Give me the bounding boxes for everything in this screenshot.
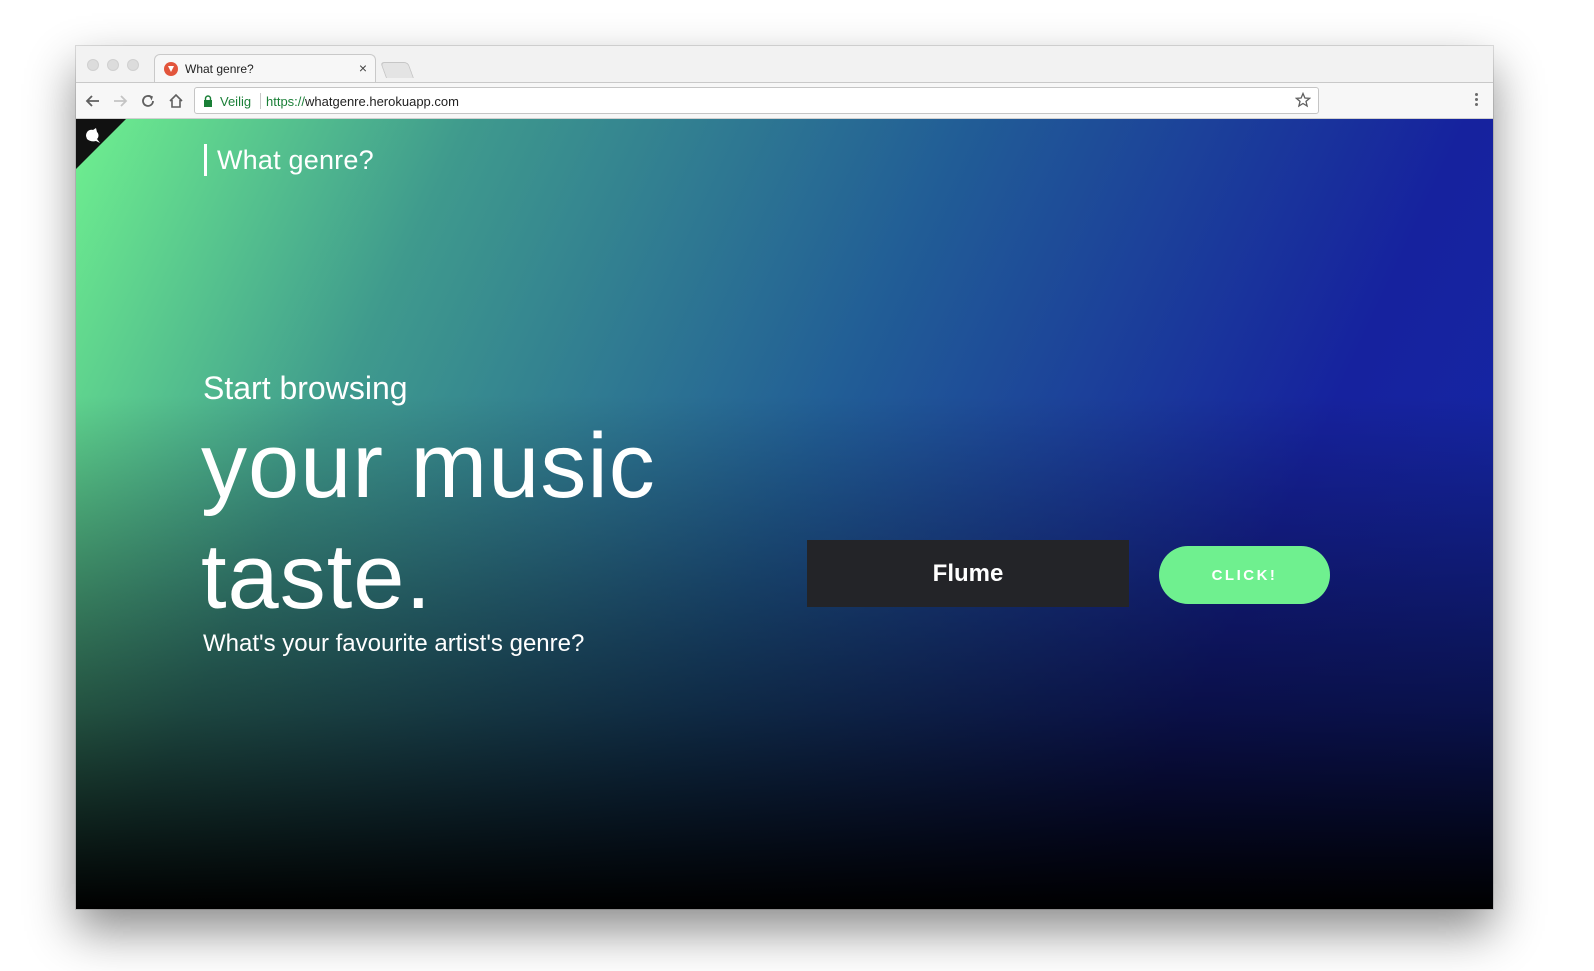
- browser-window: What genre? × Veilig https://whatgenre.h…: [76, 46, 1493, 909]
- window-close-dot[interactable]: [87, 59, 99, 71]
- click-button[interactable]: CLICK!: [1159, 546, 1330, 604]
- window-zoom-dot[interactable]: [127, 59, 139, 71]
- brand-logo[interactable]: What genre?: [204, 144, 374, 176]
- address-bar[interactable]: Veilig https://whatgenre.herokuapp.com: [194, 87, 1319, 114]
- browser-tab[interactable]: What genre? ×: [154, 54, 376, 82]
- secure-label: Veilig: [220, 94, 252, 109]
- menu-icon[interactable]: [1475, 93, 1479, 108]
- url-host: whatgenre.herokuapp.com: [305, 94, 459, 109]
- bookmark-star-icon[interactable]: [1294, 91, 1312, 113]
- new-tab-button[interactable]: [380, 62, 414, 78]
- window-minimize-dot[interactable]: [107, 59, 119, 71]
- back-icon[interactable]: [84, 92, 102, 110]
- page-hero: What genre? Start browsing your music ta…: [76, 119, 1493, 909]
- tab-title: What genre?: [185, 62, 254, 76]
- hero-kicker: Start browsing: [203, 370, 408, 406]
- url-scheme: https://: [266, 94, 306, 109]
- brand-favicon-icon: [164, 62, 178, 76]
- github-octocat-icon[interactable]: [83, 127, 103, 150]
- address-separator: [260, 93, 261, 109]
- hero-headline-line-1: your music: [201, 415, 656, 517]
- hero-subtitle: What's your favourite artist's genre?: [203, 630, 585, 657]
- hero-headline-line-2: taste.: [201, 526, 433, 628]
- url-text[interactable]: https://whatgenre.herokuapp.com: [266, 94, 459, 109]
- home-icon[interactable]: [167, 92, 185, 110]
- reload-icon[interactable]: [139, 92, 157, 110]
- forward-icon[interactable]: [111, 92, 129, 110]
- brand-bar: [204, 144, 207, 176]
- lock-icon: [203, 94, 213, 112]
- tab-close-icon[interactable]: ×: [359, 60, 367, 76]
- browser-toolbar: Veilig https://whatgenre.herokuapp.com: [76, 82, 1493, 119]
- tab-strip: What genre? ×: [76, 46, 1493, 82]
- brand-title: What genre?: [217, 144, 374, 175]
- artist-input[interactable]: [807, 540, 1129, 607]
